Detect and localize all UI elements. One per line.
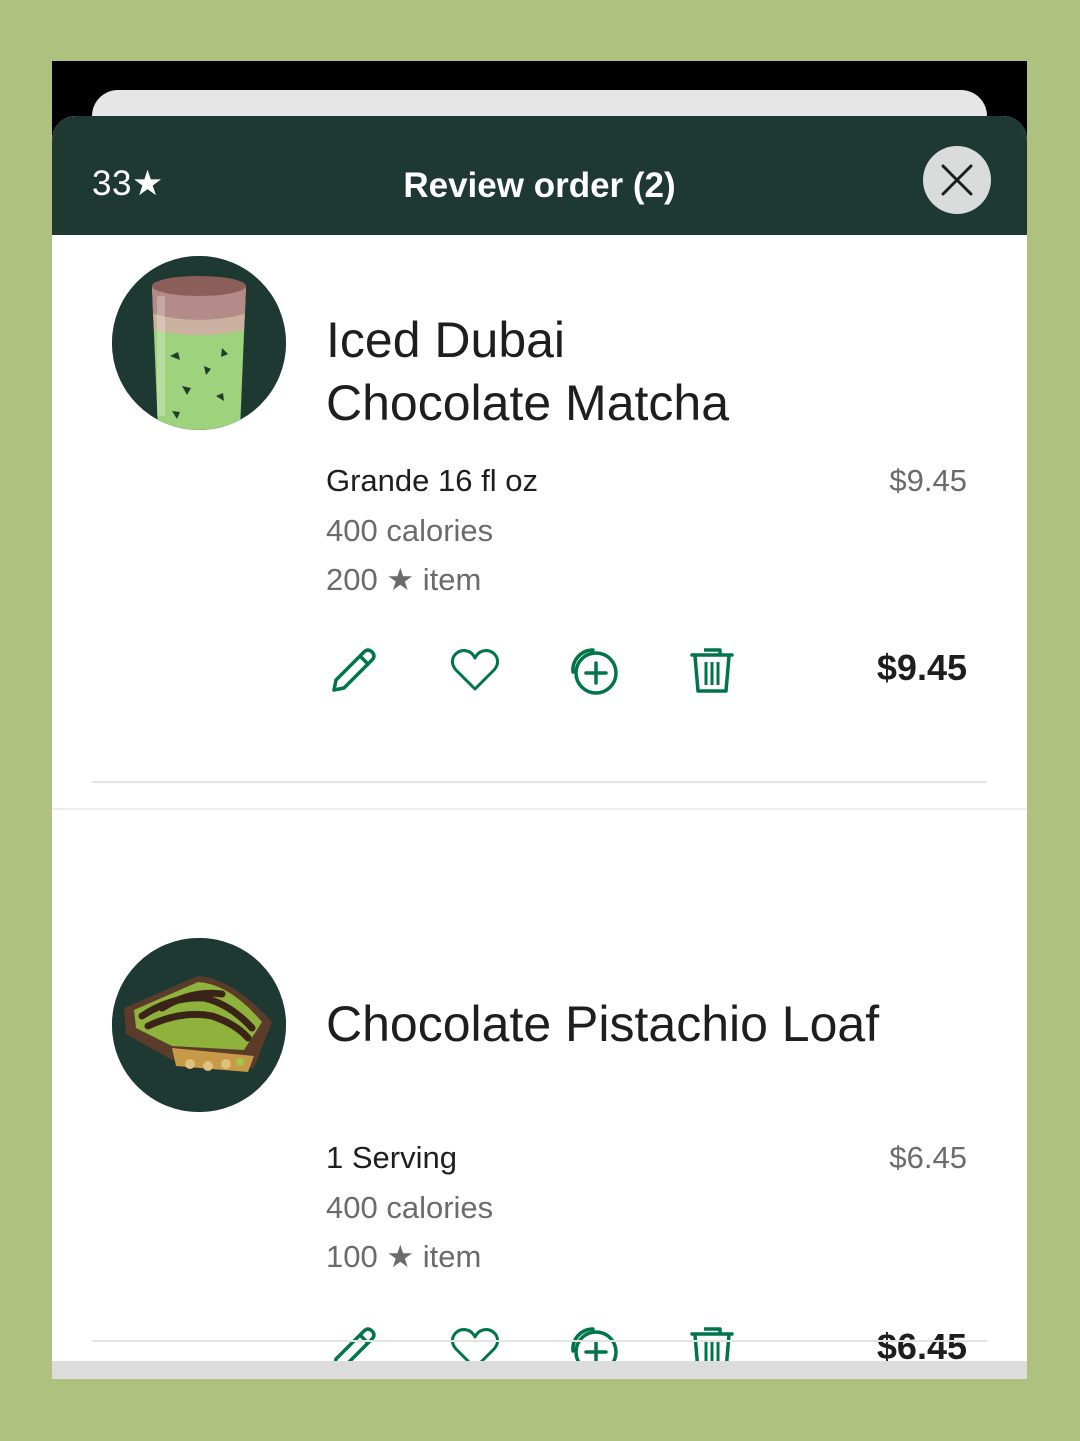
- page-title: Review order (2): [403, 166, 676, 205]
- item-unit-price: $9.45: [889, 463, 967, 498]
- cart-item: Iced Dubai Chocolate Matcha Grande 16 fl…: [52, 235, 1027, 810]
- item-unit-price: $6.45: [889, 1140, 967, 1175]
- favorite-button[interactable]: [445, 640, 505, 700]
- phone-screen: 33★ Review order (2) Iced Dubai Chocolat…: [52, 61, 1027, 1379]
- trash-icon: [690, 648, 734, 693]
- cart-item: Chocolate Pistachio Loaf 1 Serving $6.45…: [52, 805, 1027, 1379]
- item-points: 100 ★ item: [326, 1239, 482, 1274]
- review-order-sheet: 33★ Review order (2) Iced Dubai Chocolat…: [52, 116, 1027, 1379]
- edit-button[interactable]: [324, 640, 384, 700]
- item-divider: [92, 1340, 987, 1342]
- item-name-line2: Chocolate Matcha: [326, 375, 730, 431]
- product-image[interactable]: [112, 256, 286, 430]
- pencil-icon: [332, 648, 376, 692]
- sheet-header: 33★ Review order (2): [52, 116, 1027, 235]
- close-button[interactable]: [923, 146, 991, 214]
- item-name: Iced Dubai Chocolate Matcha: [326, 309, 729, 435]
- add-copy-icon: [571, 648, 618, 695]
- close-icon: [941, 164, 973, 196]
- add-another-button[interactable]: [563, 640, 623, 700]
- iced-matcha-drink-image: [112, 256, 286, 430]
- pistachio-loaf-image: [112, 938, 286, 1112]
- bottom-strip: [52, 1361, 1027, 1379]
- item-calories: 400 calories: [326, 513, 494, 548]
- delete-button[interactable]: [682, 640, 742, 700]
- item-total-price: $9.45: [876, 647, 967, 688]
- item-size: 1 Serving: [326, 1140, 457, 1175]
- item-points: 200 ★ item: [326, 562, 482, 597]
- heart-icon: [450, 649, 500, 691]
- item-name-line1: Iced Dubai: [326, 312, 566, 368]
- item-calories: 400 calories: [326, 1190, 494, 1225]
- product-image[interactable]: [112, 938, 286, 1112]
- item-size: Grande 16 fl oz: [326, 463, 538, 498]
- item-name: Chocolate Pistachio Loaf: [326, 996, 880, 1052]
- item-divider: [92, 781, 987, 783]
